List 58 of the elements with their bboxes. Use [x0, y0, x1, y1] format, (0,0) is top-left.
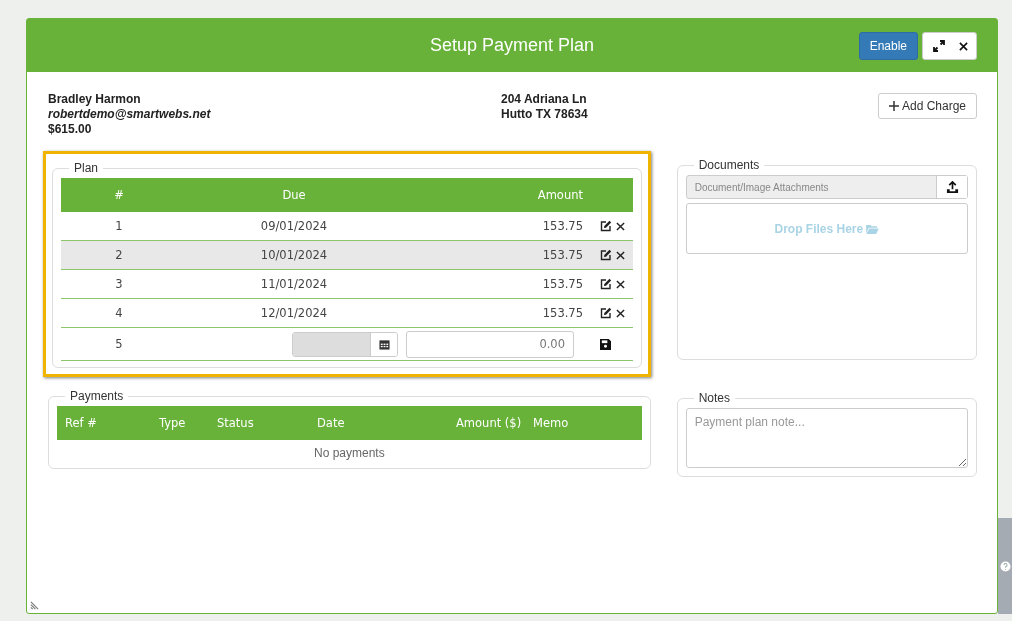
- save-icon[interactable]: [599, 338, 611, 350]
- folder-icon: [866, 223, 880, 234]
- notes-field[interactable]: Payment plan note...: [685, 408, 968, 468]
- table-cell-text: 5: [114, 337, 124, 351]
- expand-icon[interactable]: [933, 40, 945, 52]
- panel-legend: Plan: [69, 161, 104, 175]
- plus-icon: [888, 101, 899, 111]
- delete-icon[interactable]: [616, 279, 626, 289]
- table-cell-text: 153.75: [541, 219, 583, 233]
- calendar-icon[interactable]: [378, 338, 390, 350]
- table-cell-text: 1: [114, 219, 124, 233]
- add-charge-button[interactable]: Add Charge: [877, 93, 977, 119]
- table-cell-text: 3: [114, 277, 124, 291]
- table-cell-text: 2: [114, 248, 124, 262]
- date-field[interactable]: [292, 331, 398, 357]
- table-cell-text: 09/01/2024: [259, 219, 329, 233]
- table-cell-text: 4: [114, 306, 124, 320]
- address-line: Hutto TX 78634: [501, 107, 589, 122]
- customer-balance: $615.00: [48, 122, 93, 137]
- table-row[interactable]: 3 11/01/2024 153.75: [61, 270, 633, 299]
- enable-button[interactable]: Enable: [858, 32, 918, 60]
- resize-grip-icon[interactable]: [30, 601, 39, 610]
- column-header: #: [113, 188, 125, 202]
- delete-icon[interactable]: [616, 308, 626, 318]
- customer-email: robertdemo@smartwebs.net: [48, 107, 212, 122]
- column-header: Status: [217, 416, 255, 430]
- delete-icon[interactable]: [616, 250, 626, 260]
- column-header: Due: [281, 188, 307, 202]
- panel-legend: Documents: [693, 158, 765, 172]
- edit-icon[interactable]: [600, 220, 613, 232]
- column-header: Amount ($): [456, 416, 523, 430]
- table-cell-text: 12/01/2024: [259, 306, 329, 320]
- address-line: 204 Adriana Ln: [501, 92, 588, 107]
- field-placeholder: Document/Image Attachments: [693, 181, 830, 193]
- amount-field[interactable]: 0.00: [406, 330, 574, 358]
- table-cell-text: 11/01/2024: [259, 277, 329, 291]
- table-cell-text: 153.75: [541, 248, 583, 262]
- table-cell-text: 153.75: [541, 306, 583, 320]
- column-header: Amount: [536, 188, 583, 202]
- edit-icon[interactable]: [600, 249, 613, 261]
- modal-title: Setup Payment Plan: [429, 35, 595, 56]
- panel-legend: Payments: [65, 389, 129, 403]
- edit-icon[interactable]: [600, 307, 613, 319]
- highlighted-table-row[interactable]: 2 10/01/2024 153.75: [61, 241, 633, 270]
- upload-icon[interactable]: [945, 180, 959, 194]
- table-cell-text: 10/01/2024: [259, 248, 329, 262]
- edit-icon[interactable]: [600, 278, 613, 290]
- table-cell-text: 153.75: [541, 277, 583, 291]
- column-header: Type: [159, 416, 187, 430]
- table-row[interactable]: 4 12/01/2024 153.75: [61, 299, 633, 328]
- delete-icon[interactable]: [616, 221, 626, 231]
- empty-message: No payments: [312, 445, 386, 462]
- column-header: Ref #: [64, 416, 98, 430]
- customer-name: Bradley Harmon: [48, 92, 142, 107]
- column-header: Date: [317, 416, 346, 430]
- panel-legend: Notes: [693, 391, 735, 405]
- close-icon[interactable]: [959, 41, 968, 51]
- column-header: Memo: [533, 416, 569, 430]
